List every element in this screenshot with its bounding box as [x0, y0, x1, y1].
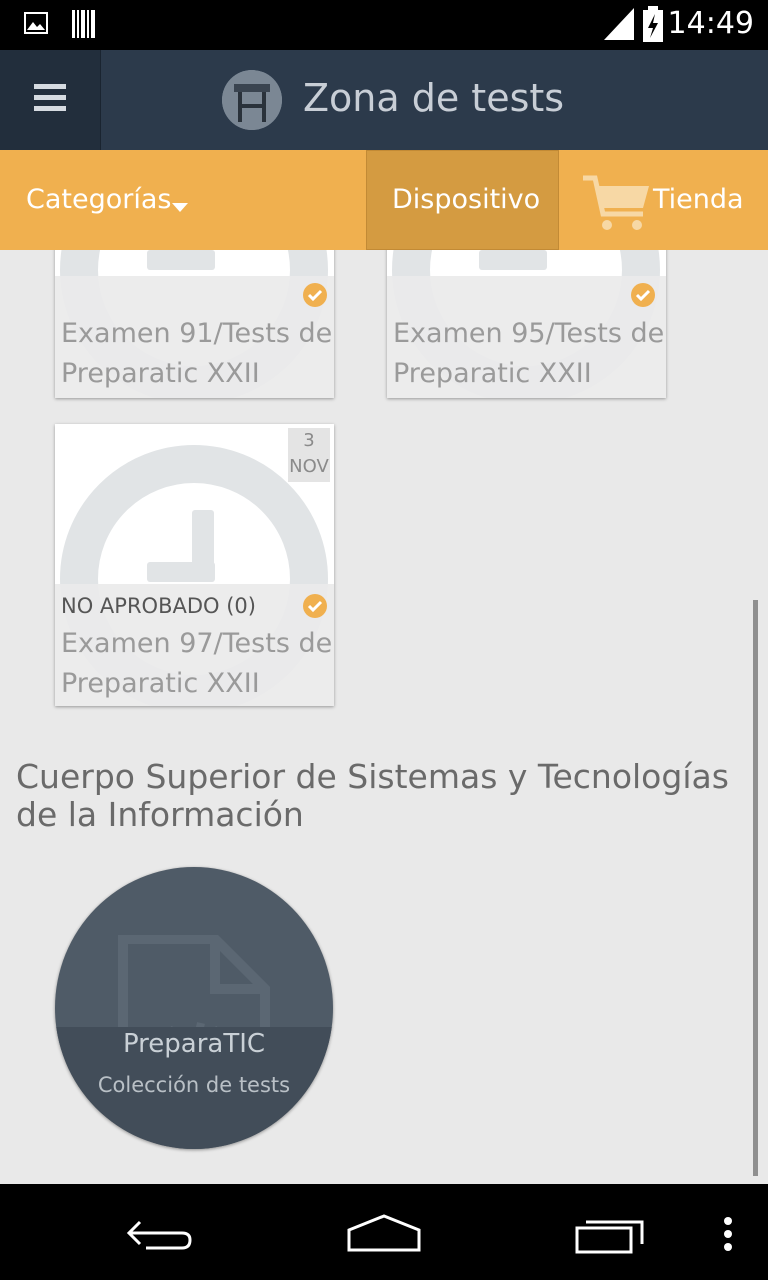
home-icon[interactable]	[347, 1212, 421, 1256]
tab-categorias[interactable]: Categorías	[0, 150, 366, 250]
exam-subtitle: Preparatic XXII	[61, 358, 260, 389]
exam-title: Examen 91/Tests de	[61, 318, 333, 349]
page-title: Zona de tests	[303, 76, 565, 120]
image-notification-icon	[24, 12, 48, 38]
exam-subtitle: Preparatic XXII	[61, 668, 260, 699]
battery-charging-icon	[642, 6, 664, 46]
caret-down-icon	[172, 198, 188, 217]
section-title: Cuerpo Superior de Sistemas y Tecnología…	[16, 757, 729, 834]
tab-categorias-label: Categorías	[26, 184, 172, 215]
collection-card[interactable]: PreparaTIC Colección de tests	[55, 867, 333, 1149]
clock: 14:49	[667, 6, 754, 41]
tab-dispositivo-label: Dispositivo	[392, 184, 541, 215]
check-icon	[303, 594, 327, 618]
exam-grid: Examen 91/Tests de Preparatic XXII Exame…	[0, 250, 768, 760]
shopping-cart-icon	[583, 174, 651, 236]
collection-name: PreparaTIC	[122, 1029, 266, 1059]
exam-subtitle: Preparatic XXII	[393, 358, 592, 389]
tab-dispositivo[interactable]: Dispositivo	[366, 150, 559, 250]
overflow-menu-icon[interactable]	[723, 1216, 733, 1256]
exam-card[interactable]: 3 NOV NO APROBADO (0) Examen 97/Tests de…	[55, 424, 334, 706]
tab-tienda[interactable]: Tienda	[559, 150, 768, 250]
tab-tienda-label: Tienda	[653, 184, 744, 215]
exam-title: Examen 95/Tests de	[393, 318, 665, 349]
app-logo-icon	[222, 70, 282, 130]
date-day: 3	[303, 430, 315, 451]
signal-icon	[604, 8, 634, 44]
check-icon	[303, 283, 327, 307]
collection-subtitle: Colección de tests	[97, 1073, 291, 1097]
check-icon	[631, 283, 655, 307]
status-bar: 14:49	[0, 0, 768, 50]
recent-apps-icon[interactable]	[574, 1216, 646, 1260]
exam-card[interactable]: Examen 91/Tests de Preparatic XXII	[55, 250, 334, 398]
exam-card[interactable]: Examen 95/Tests de Preparatic XXII	[387, 250, 666, 398]
exam-title: Examen 97/Tests de	[61, 628, 333, 659]
navigation-bar	[0, 1184, 768, 1280]
barcode-notification-icon	[72, 10, 96, 42]
scrollbar[interactable]	[753, 600, 758, 1176]
date-month: NOV	[289, 456, 329, 477]
back-icon[interactable]	[126, 1218, 194, 1256]
menu-button[interactable]	[0, 50, 101, 150]
date-badge: 3 NOV	[288, 428, 330, 482]
hamburger-menu-icon	[34, 84, 66, 116]
exam-status: NO APROBADO (0)	[61, 594, 256, 618]
